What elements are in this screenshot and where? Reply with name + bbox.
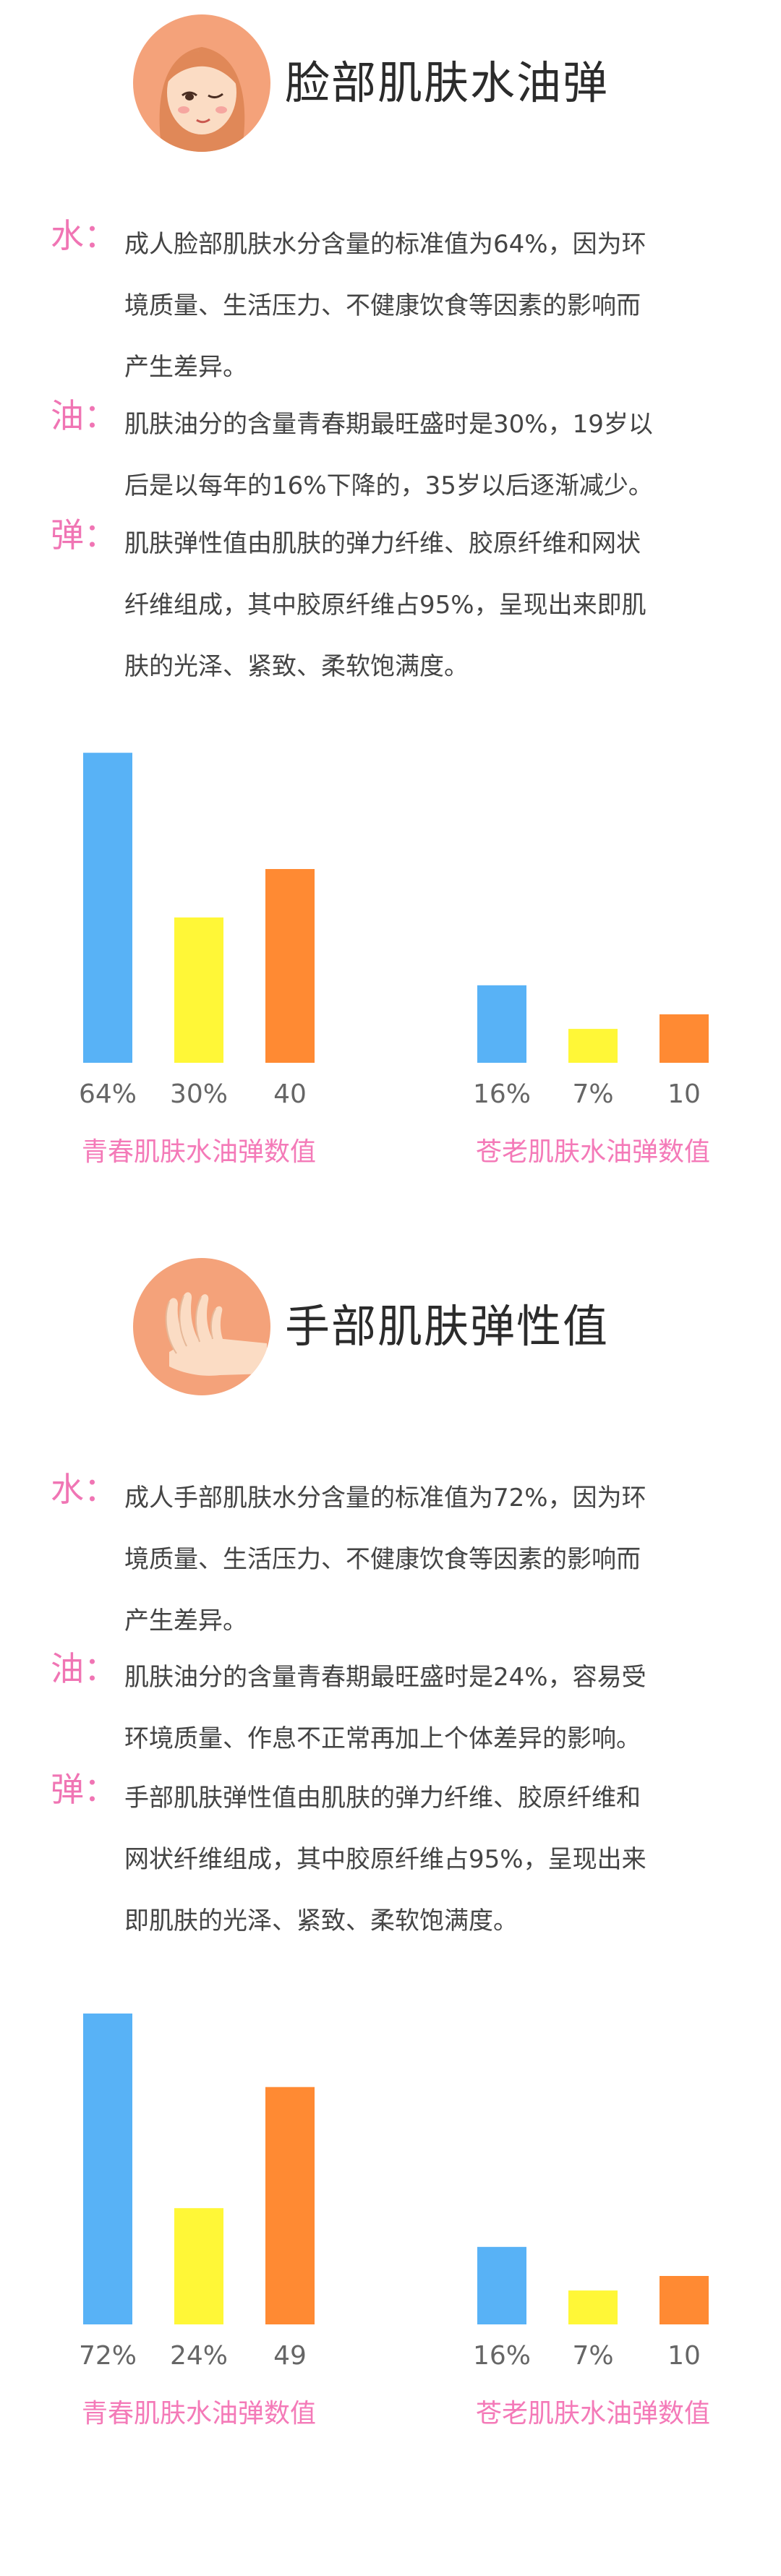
paragraph-text: 成人手部肌肤水分含量的标准值为72%，因为环 境质量、生活压力、不健康饮食等因素… — [124, 1484, 646, 1635]
hand-skin-section: 手部肌肤弹性值 水： 成人手部肌肤水分含量的标准值为72%，因为环 境质量、生活… — [0, 1258, 781, 2574]
section-title: 手部肌肤弹性值 — [285, 1300, 610, 1353]
bar-value-label: 16% — [473, 2341, 531, 2371]
paragraph-label: 弹： — [51, 1770, 117, 1809]
bar-value-label: 72% — [79, 2341, 137, 2371]
elasticity-paragraph: 弹： 手部肌肤弹性值由肌肤的弹力纤维、胶原纤维和 网状纤维组成，其中胶原纤维占9… — [51, 1768, 738, 1956]
bar-value-label: 49 — [273, 2341, 307, 2371]
chart-bar — [477, 2246, 526, 2324]
face-skin-section: 脸部肌肤水油弹 水： 成人脸部肌肤水分含量的标准值为64%，因为环 境质量、生活… — [0, 0, 781, 1258]
woman-face-icon — [133, 14, 270, 152]
chart-bar — [83, 753, 132, 1063]
bar-value-label: 30% — [170, 1079, 228, 1109]
chart-group-caption: 青春肌肤水油弹数值 — [82, 2399, 316, 2429]
elasticity-paragraph: 弹： 肌肤弹性值由肌肤的弹力纤维、胶原纤维和网状 纤维组成，其中胶原纤维占95%… — [51, 513, 738, 701]
paragraph-text: 肌肤弹性值由肌肤的弹力纤维、胶原纤维和网状 纤维组成，其中胶原纤维占95%，呈现… — [124, 529, 646, 681]
chart-group-caption: 苍老肌肤水油弹数值 — [476, 2399, 710, 2429]
chart-bar — [174, 2208, 223, 2324]
chart-group-caption: 苍老肌肤水油弹数值 — [476, 1137, 710, 1167]
bar-value-label: 7% — [572, 1079, 613, 1109]
paragraph-text: 成人脸部肌肤水分含量的标准值为64%，因为环 境质量、生活压力、不健康饮食等因素… — [124, 230, 646, 382]
face-bar-chart: 64% 30% 40 青春肌肤水油弹数值 16% 7% 10 苍老肌肤水油弹数值 — [0, 752, 781, 1171]
paragraph-text: 肌肤油分的含量青春期最旺盛时是24%，容易受 环境质量、作息不正常再加上个体差异… — [124, 1663, 646, 1753]
face-section-header: 脸部肌肤水油弹 — [0, 14, 781, 159]
paragraph-text: 手部肌肤弹性值由肌肤的弹力纤维、胶原纤维和 网状纤维组成，其中胶原纤维占95%，… — [124, 1784, 646, 1935]
chart-svg: 72% 24% 49 青春肌肤水油弹数值 16% 7% 10 苍老肌肤水油弹数值 — [79, 2014, 710, 2429]
hand-icon — [133, 1258, 270, 1395]
paragraph-label: 油： — [51, 396, 117, 435]
chart-bar — [83, 2014, 132, 2324]
chart-svg: 64% 30% 40 青春肌肤水油弹数值 16% 7% 10 苍老肌肤水油弹数值 — [79, 753, 710, 1167]
oil-paragraph: 油： 肌肤油分的含量青春期最旺盛时是30%，19岁以 后是以每年的16%下降的，… — [51, 394, 738, 517]
chart-bar — [265, 2087, 315, 2324]
paragraph-label: 水： — [51, 216, 117, 255]
water-paragraph: 水： 成人手部肌肤水分含量的标准值为72%，因为环 境质量、生活压力、不健康饮食… — [51, 1468, 738, 1656]
page-title: 脸部肌肤水油弹 — [285, 56, 610, 109]
chart-bar — [174, 917, 223, 1063]
oil-paragraph: 油： 肌肤油分的含量青春期最旺盛时是24%，容易受 环境质量、作息不正常再加上个… — [51, 1647, 738, 1770]
bar-value-label: 64% — [79, 1079, 137, 1109]
chart-bar — [568, 1029, 618, 1063]
water-paragraph: 水： 成人脸部肌肤水分含量的标准值为64%，因为环 境质量、生活压力、不健康饮食… — [51, 214, 738, 402]
bar-value-label: 16% — [473, 1079, 531, 1109]
paragraph-label: 水： — [51, 1470, 117, 1509]
hand-bar-chart: 72% 24% 49 青春肌肤水油弹数值 16% 7% 10 苍老肌肤水油弹数值 — [0, 2014, 781, 2433]
chart-bar — [660, 2276, 709, 2324]
paragraph-label: 油： — [51, 1649, 117, 1688]
bar-value-label: 24% — [170, 2341, 228, 2371]
bar-value-label: 10 — [667, 2341, 701, 2371]
chart-group-caption: 青春肌肤水油弹数值 — [82, 1137, 316, 1167]
chart-bar — [477, 985, 526, 1063]
chart-bar — [568, 2290, 618, 2324]
bar-value-label: 10 — [667, 1079, 701, 1109]
chart-bar — [660, 1014, 709, 1063]
chart-bar — [265, 869, 315, 1063]
hand-section-header: 手部肌肤弹性值 — [0, 1258, 781, 1403]
paragraph-text: 肌肤油分的含量青春期最旺盛时是30%，19岁以 后是以每年的16%下降的，35岁… — [124, 410, 653, 500]
bar-value-label: 7% — [572, 2341, 613, 2371]
bar-value-label: 40 — [273, 1079, 307, 1109]
paragraph-label: 弹： — [51, 515, 117, 555]
